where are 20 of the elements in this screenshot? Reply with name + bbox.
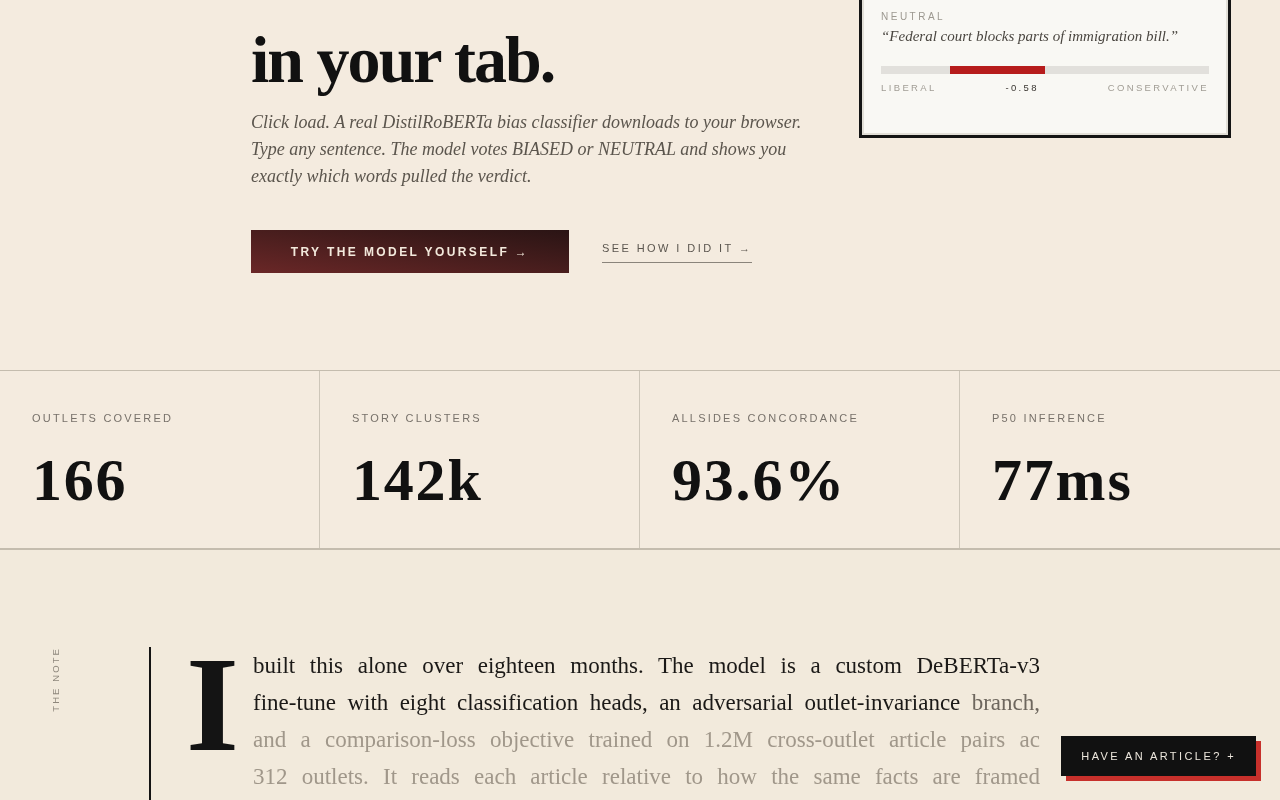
example-quote: “Federal court blocks parts of immigration bill.” [881, 27, 1180, 46]
scale-label: CONSERVATIVE [1107, 81, 1209, 95]
stat-value: 166 [32, 450, 128, 510]
how-it-works-link[interactable]: SEE HOW I DID IT → [602, 240, 753, 263]
section-label: THE NOTE [50, 647, 61, 712]
try-model-button[interactable]: TRY THE MODEL YOURSELF → [251, 230, 569, 273]
stat-label: STORY CLUSTERS [352, 411, 482, 426]
stat-value: 77ms [992, 450, 1133, 510]
stat-value: 93.6% [672, 450, 846, 510]
bias-score: -0.58 [1005, 81, 1039, 95]
stat-label: P50 INFERENCE [992, 411, 1107, 426]
stat-value: 142k [352, 450, 483, 510]
intro-text: Click load. A real DistilRoBERTa bias classifier downloads to your browser. Type any sentence. The model votes BIASED or NEUTRAL and shows you exactly which words pulled the verdict. [251, 111, 803, 188]
verdict-label: NEUTRAL [881, 10, 947, 24]
stat-label: ALLSIDES CONCORDANCE [672, 411, 860, 426]
scale-label: LIBERAL [881, 81, 937, 95]
stat-label: OUTLETS COVERED [32, 411, 174, 426]
headline: in your tab. [251, 23, 555, 97]
note-paragraph: built this alone over eighteen months. The model is a custom DeBERTa-v3 fine-tune with eight classification heads, an adversarial outlet-invariance branch, and a comparison-loss objective trained on 1.2M cross-outlet article pairs ac 312 outlets. It reads each article relative to how the same facts are framed [253, 652, 1040, 791]
drop-cap: I [186, 636, 239, 772]
